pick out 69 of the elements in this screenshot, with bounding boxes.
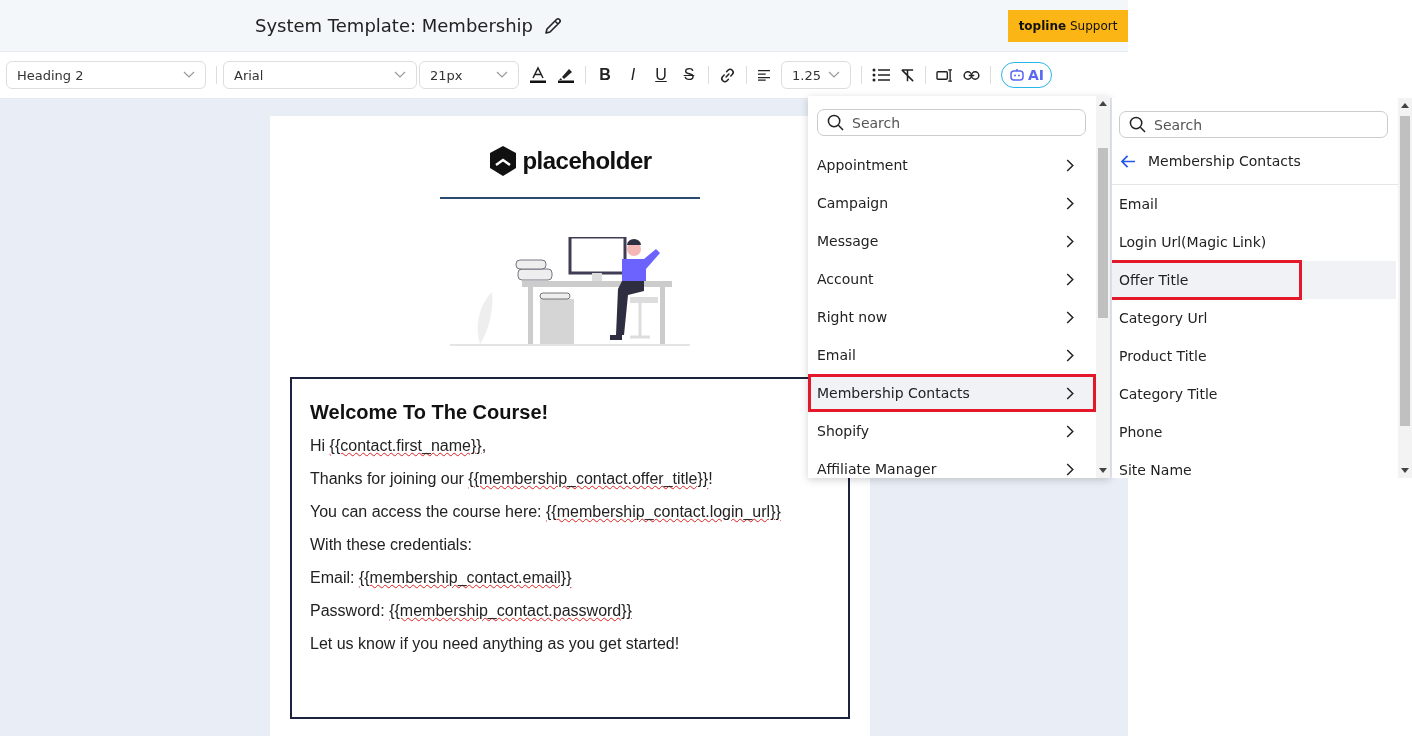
chain-link-icon[interactable] — [963, 69, 980, 81]
chevron-down-icon — [183, 71, 195, 80]
menu-item[interactable]: Login Url(Magic Link) — [1112, 223, 1396, 261]
logo-text: placeholder — [522, 147, 652, 175]
menu-item[interactable]: Right now — [808, 298, 1096, 336]
scrollbar[interactable] — [1398, 98, 1412, 478]
search-icon — [1129, 116, 1146, 133]
scrollbar[interactable] — [1096, 96, 1110, 478]
menu-item[interactable]: Message — [808, 222, 1096, 260]
line-height-select[interactable]: 1.25 — [781, 61, 851, 90]
ai-button[interactable]: AI — [1001, 62, 1053, 89]
chevron-down-icon — [828, 71, 840, 80]
menu-item[interactable]: Affiliate Manager — [808, 450, 1096, 478]
block-style-select[interactable]: Heading 2 — [6, 61, 206, 90]
button-insert-icon[interactable] — [936, 67, 953, 83]
chevron-right-icon — [1066, 348, 1074, 362]
menu-item[interactable]: Email — [1112, 185, 1396, 223]
menu-item[interactable]: Email — [808, 336, 1096, 374]
text-color-icon[interactable] — [529, 66, 547, 85]
menu-item[interactable]: Category Title — [1112, 375, 1396, 413]
link-icon[interactable] — [719, 66, 736, 84]
email-paragraph: Hi {{contact.first_name}}, — [310, 436, 488, 456]
bullet-list-icon[interactable] — [872, 68, 890, 83]
format-button[interactable]: I — [624, 66, 642, 85]
menu-item[interactable]: Offer Title — [1112, 261, 1396, 299]
email-paragraph: With these credentials: — [310, 535, 473, 555]
menu-item[interactable]: Site Name — [1112, 451, 1396, 478]
chevron-right-icon — [1066, 424, 1074, 438]
email-paragraph: Email: {{membership_contact.email}} — [310, 568, 573, 588]
format-button[interactable]: B — [596, 66, 614, 85]
format-button[interactable]: S — [680, 66, 698, 85]
email-paragraph: Password: {{membership_contact.password}} — [310, 601, 633, 621]
menu-item[interactable]: Campaign — [808, 184, 1096, 222]
menu-item[interactable]: Phone — [1112, 413, 1396, 451]
template-title: System Template: Membership — [255, 15, 533, 37]
chevron-right-icon — [1066, 462, 1074, 476]
menu-item[interactable]: Appointment — [808, 146, 1096, 184]
menu-item[interactable]: Category Url — [1112, 299, 1396, 337]
back-arrow-icon[interactable] — [1121, 154, 1136, 168]
chevron-right-icon — [1066, 158, 1074, 172]
menu-item[interactable]: Account — [808, 260, 1096, 298]
email-paragraph: You can access the course here: {{membership_contact.login_url}} — [310, 502, 782, 522]
format-button[interactable]: U — [652, 66, 670, 85]
support-button[interactable]: topline Support — [1008, 9, 1128, 42]
chevron-down-icon — [394, 71, 406, 80]
chevron-down-icon — [496, 71, 508, 80]
highlighter-icon[interactable] — [557, 66, 575, 85]
edit-pencil-icon[interactable] — [543, 15, 563, 36]
email-heading: Welcome To The Course! — [310, 401, 550, 424]
email-paragraph: Let us know if you need anything as you get started! — [310, 634, 681, 654]
chevron-right-icon — [1066, 196, 1074, 210]
chevron-right-icon — [1066, 310, 1074, 324]
logo-icon — [488, 145, 519, 177]
menu-item[interactable]: Product Title — [1112, 337, 1396, 375]
font-select[interactable]: Arial — [223, 61, 417, 90]
search-field[interactable]: Search — [817, 109, 1086, 136]
robot-icon — [1009, 67, 1025, 84]
chevron-right-icon — [1066, 234, 1074, 248]
email-paragraph: Thanks for joining our {{membership_contact.offer_title}}! — [310, 469, 714, 489]
submenu-title: Membership Contacts — [1148, 153, 1301, 169]
font-size-select[interactable]: 21px — [419, 61, 519, 90]
menu-item[interactable]: Membership Contacts — [808, 374, 1096, 412]
search-icon — [827, 114, 844, 131]
align-left-icon[interactable] — [757, 69, 771, 82]
clear-format-icon[interactable] — [900, 67, 915, 83]
search-field[interactable]: Search — [1119, 111, 1388, 138]
menu-item[interactable]: Shopify — [808, 412, 1096, 450]
chevron-right-icon — [1066, 386, 1074, 400]
chevron-right-icon — [1066, 272, 1074, 286]
